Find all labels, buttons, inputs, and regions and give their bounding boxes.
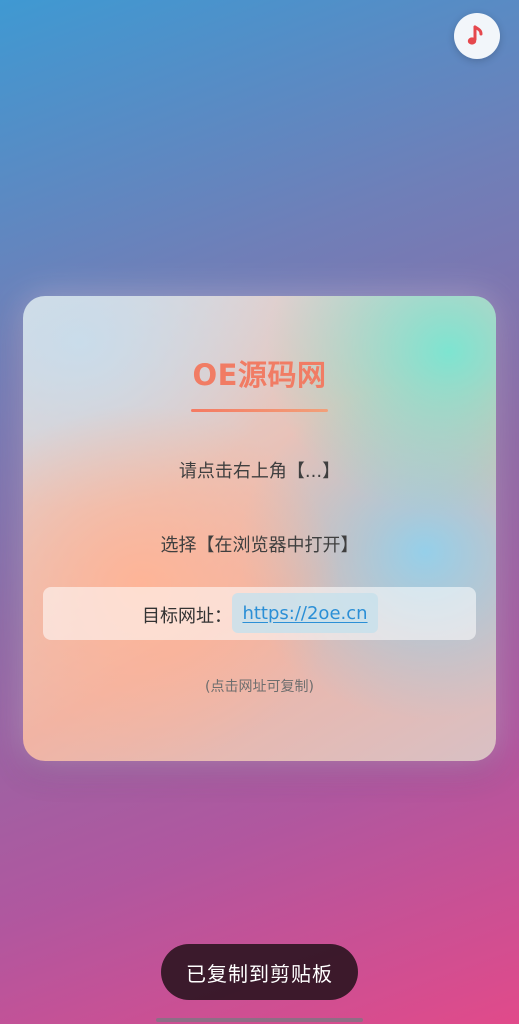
home-indicator[interactable] (156, 1018, 363, 1022)
music-toggle-button[interactable] (454, 13, 500, 59)
target-url-row: 目标网址： https://2oe.cn (43, 587, 476, 640)
title-underline (191, 409, 328, 412)
page-title: OE源码网 (192, 358, 327, 392)
copied-toast: 已复制到剪贴板 (161, 944, 358, 1000)
music-note-icon (467, 25, 483, 45)
info-card: OE源码网 请点击右上角【...】 选择【在浏览器中打开】 目标网址： http… (23, 296, 496, 761)
instruction-step-1: 请点击右上角【...】 (178, 461, 341, 482)
copy-hint: (点击网址可复制) (205, 679, 314, 695)
target-url-label: 目标网址： (142, 606, 232, 627)
instruction-step-2: 选择【在浏览器中打开】 (160, 535, 359, 556)
target-url-link[interactable]: https://2oe.cn (232, 593, 378, 633)
